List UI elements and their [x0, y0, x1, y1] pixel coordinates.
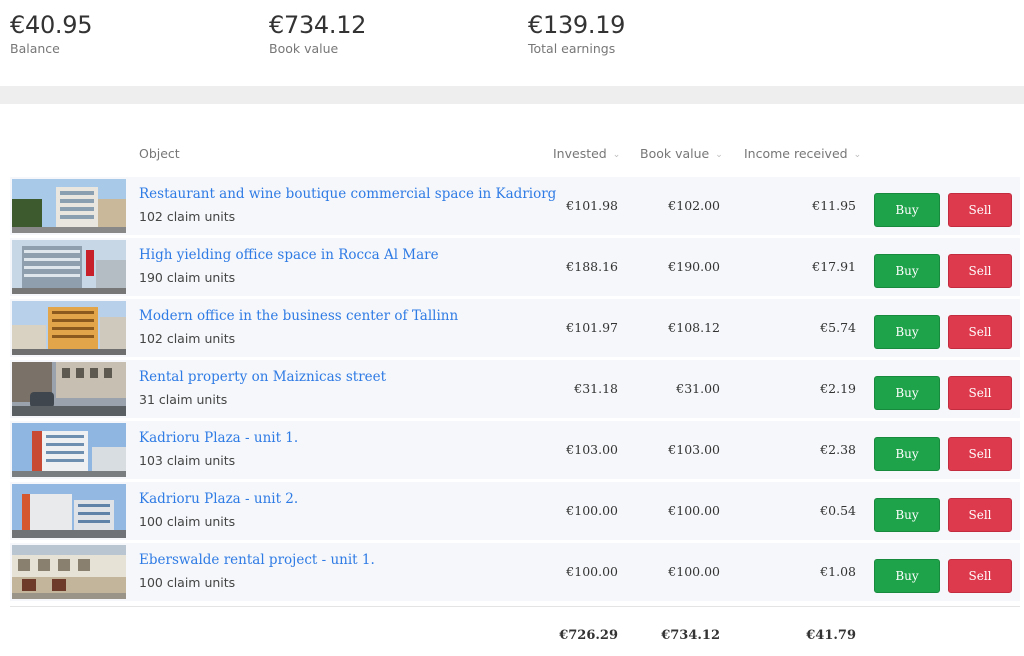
invested-value: €103.00 [566, 442, 618, 457]
buy-button[interactable]: Buy [874, 559, 940, 593]
balance-label: Balance [10, 41, 60, 56]
property-title-link[interactable]: Eberswalde rental project - unit 1. [139, 552, 375, 568]
buy-button[interactable]: Buy [874, 376, 940, 410]
book-value-label: Book value [269, 41, 339, 56]
property-title-link[interactable]: Modern office in the business center of … [139, 308, 458, 324]
table-row: Kadrioru Plaza - unit 1. 103 claim units… [10, 421, 1020, 479]
sell-button[interactable]: Sell [948, 193, 1012, 227]
buy-button[interactable]: Buy [874, 437, 940, 471]
claim-units: 100 claim units [139, 575, 236, 590]
section-divider [0, 86, 1024, 104]
book-value-value: €734.12 [269, 11, 367, 39]
property-thumbnail[interactable] [12, 484, 126, 538]
property-thumbnail[interactable] [12, 179, 126, 233]
total-earnings-label: Total earnings [528, 41, 616, 56]
property-title-link[interactable]: Kadrioru Plaza - unit 1. [139, 430, 298, 446]
property-title-link[interactable]: Rental property on Maiznicas street [139, 369, 386, 385]
buy-button[interactable]: Buy [874, 498, 940, 532]
property-title-link[interactable]: Restaurant and wine boutique commercial … [139, 186, 556, 202]
property-thumbnail[interactable] [12, 423, 126, 477]
claim-units: 100 claim units [139, 514, 236, 529]
invested-value: €100.00 [566, 503, 618, 518]
total-earnings-value: €139.19 [528, 11, 626, 39]
sell-button[interactable]: Sell [948, 437, 1012, 471]
book-value-stat: €734.12 Book value [269, 8, 366, 56]
claim-units: 103 claim units [139, 453, 236, 468]
column-header-income-received[interactable]: Income received ⌄ [744, 146, 861, 163]
income-received-value: €11.95 [812, 198, 856, 213]
sell-button[interactable]: Sell [948, 498, 1012, 532]
sort-chevron-icon: ⌄ [612, 149, 621, 160]
buy-button[interactable]: Buy [874, 315, 940, 349]
balance-stat: €40.95 Balance [10, 8, 92, 56]
property-thumbnail[interactable] [12, 240, 126, 294]
claim-units: 102 claim units [139, 209, 236, 224]
property-title-link[interactable]: High yielding office space in Rocca Al M… [139, 247, 439, 263]
claim-units: 102 claim units [139, 331, 236, 346]
column-header-object-label: Object [139, 146, 180, 161]
property-title-link[interactable]: Kadrioru Plaza - unit 2. [139, 491, 298, 507]
income-received-value: €1.08 [820, 564, 856, 579]
book-value: €103.00 [668, 442, 720, 457]
invested-value: €101.97 [566, 320, 618, 335]
claim-units: 31 claim units [139, 392, 228, 407]
table-row: High yielding office space in Rocca Al M… [10, 238, 1020, 296]
book-value: €100.00 [668, 564, 720, 579]
book-value: €31.00 [676, 381, 720, 396]
property-thumbnail[interactable] [12, 301, 126, 355]
sort-chevron-icon: ⌄ [715, 149, 723, 160]
total-invested: €726.29 [559, 628, 618, 643]
table-row: Eberswalde rental project - unit 1. 100 … [10, 543, 1020, 601]
claim-units: 190 claim units [139, 270, 236, 285]
income-received-value: €2.38 [820, 442, 856, 457]
sell-button[interactable]: Sell [948, 254, 1012, 288]
invested-value: €188.16 [566, 259, 618, 274]
column-header-book-value-label: Book value [640, 146, 710, 161]
book-value: €102.00 [668, 198, 720, 213]
property-thumbnail[interactable] [12, 362, 126, 416]
book-value: €190.00 [668, 259, 720, 274]
invested-value: €101.98 [566, 198, 618, 213]
column-header-income-label: Income received [744, 146, 848, 161]
portfolio-summary: €40.95 Balance €734.12 Book value €139.1… [0, 0, 1024, 86]
sell-button[interactable]: Sell [948, 376, 1012, 410]
table-row: Rental property on Maiznicas street 31 c… [10, 360, 1020, 418]
property-thumbnail[interactable] [12, 545, 126, 599]
income-received-value: €17.91 [812, 259, 856, 274]
book-value: €108.12 [668, 320, 720, 335]
total-book-value: €734.12 [661, 628, 720, 643]
invested-value: €100.00 [566, 564, 618, 579]
sell-button[interactable]: Sell [948, 559, 1012, 593]
column-header-invested[interactable]: Invested ⌄ [553, 146, 620, 163]
income-received-value: €5.74 [820, 320, 856, 335]
table-row: Restaurant and wine boutique commercial … [10, 177, 1020, 235]
total-earnings-stat: €139.19 Total earnings [528, 8, 625, 56]
book-value: €100.00 [668, 503, 720, 518]
sell-button[interactable]: Sell [948, 315, 1012, 349]
income-received-value: €2.19 [820, 381, 856, 396]
column-header-object: Object [139, 146, 180, 162]
table-row: Kadrioru Plaza - unit 2. 100 claim units… [10, 482, 1020, 540]
buy-button[interactable]: Buy [874, 254, 940, 288]
column-header-invested-label: Invested [553, 146, 607, 161]
totals-divider [10, 606, 1020, 607]
income-received-value: €0.54 [820, 503, 856, 518]
column-header-book-value[interactable]: Book value ⌄ [640, 146, 723, 163]
sort-chevron-icon: ⌄ [853, 149, 862, 160]
buy-button[interactable]: Buy [874, 193, 940, 227]
balance-value: €40.95 [10, 11, 93, 39]
table-row: Modern office in the business center of … [10, 299, 1020, 357]
total-income-received: €41.79 [806, 628, 856, 643]
invested-value: €31.18 [574, 381, 618, 396]
